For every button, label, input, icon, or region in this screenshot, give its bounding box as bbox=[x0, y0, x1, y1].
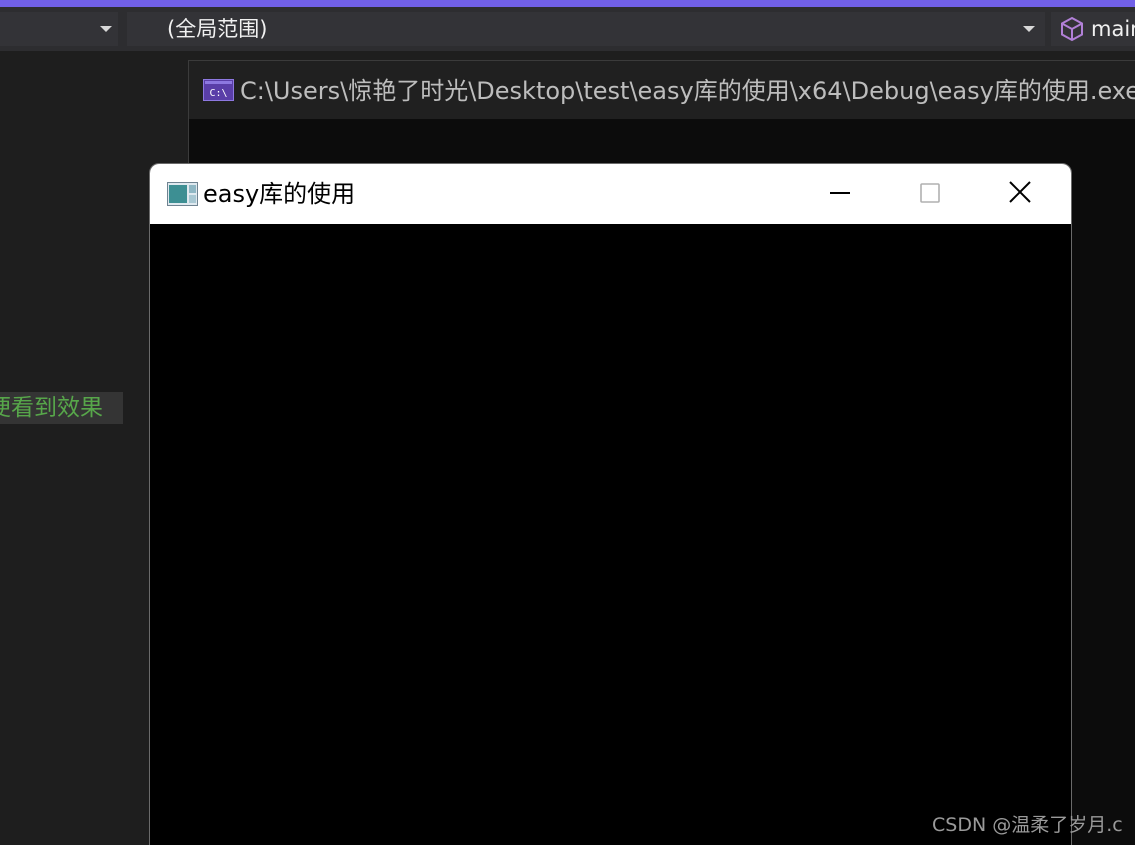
app-window-icon bbox=[167, 182, 198, 206]
cube-icon bbox=[1061, 16, 1083, 42]
scope-dropdown[interactable]: (全局范围) bbox=[127, 12, 1045, 46]
chevron-down-icon bbox=[1023, 26, 1035, 32]
project-dropdown[interactable] bbox=[0, 12, 118, 46]
code-comment-line: 便看到效果 bbox=[0, 392, 123, 424]
console-title: C:\Users\惊艳了时光\Desktop\test\easy库的使用\x64… bbox=[240, 77, 1135, 105]
scope-dropdown-value: (全局范围) bbox=[167, 17, 268, 41]
navigation-bar: (全局范围) mair bbox=[0, 7, 1135, 51]
title-accent-strip bbox=[0, 0, 1135, 7]
graphics-canvas[interactable] bbox=[150, 224, 1071, 845]
console-titlebar[interactable]: C:\ C:\Users\惊艳了时光\Desktop\test\easy库的使用… bbox=[189, 61, 1135, 119]
close-icon bbox=[1009, 181, 1031, 203]
function-dropdown[interactable]: mair bbox=[1051, 12, 1135, 46]
graphics-window[interactable]: easy库的使用 bbox=[149, 163, 1072, 845]
svg-text:C:\: C:\ bbox=[209, 88, 227, 99]
graphics-window-titlebar[interactable]: easy库的使用 bbox=[150, 164, 1071, 224]
maximize-icon bbox=[920, 183, 940, 203]
csdn-watermark: CSDN @温柔了岁月.c bbox=[932, 814, 1123, 836]
screen: (全局范围) mair 便看到效果 C:\ C:\Users\惊艳了时光\Des… bbox=[0, 0, 1135, 845]
minimize-button[interactable] bbox=[795, 164, 885, 224]
close-button[interactable] bbox=[975, 164, 1065, 224]
maximize-button[interactable] bbox=[885, 164, 975, 224]
chevron-down-icon bbox=[100, 26, 112, 32]
graphics-window-title: easy库的使用 bbox=[203, 180, 356, 208]
minimize-icon bbox=[830, 192, 850, 194]
cmd-icon: C:\ bbox=[203, 79, 234, 101]
function-dropdown-value: mair bbox=[1091, 17, 1135, 41]
